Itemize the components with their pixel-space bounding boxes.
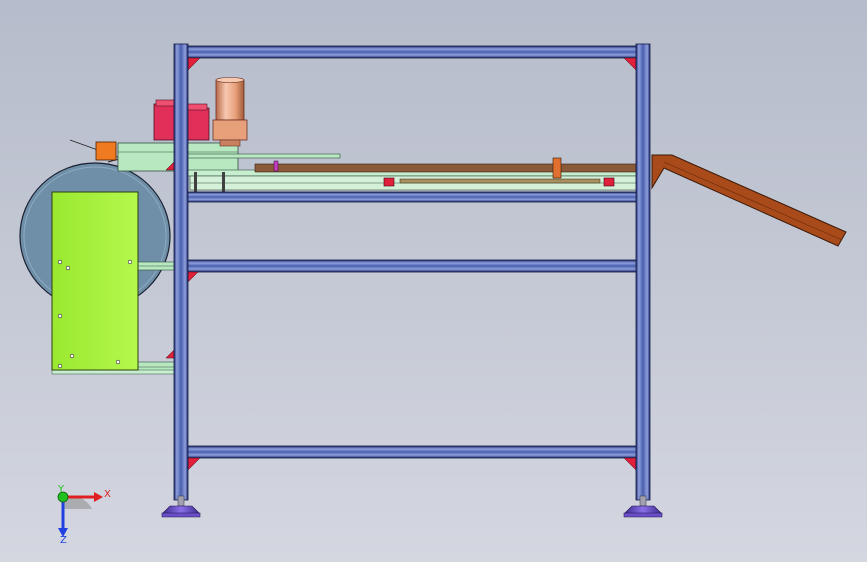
motor-right <box>184 107 210 141</box>
sensor-block <box>95 141 117 161</box>
conveyor-table <box>179 153 641 198</box>
coordinate-triad: X Y Z <box>57 484 111 546</box>
cad-viewport[interactable]: X Y Z <box>0 0 867 562</box>
axis-z-label: Z <box>60 535 67 546</box>
machine-front-view: X Y Z <box>19 43 847 546</box>
beam-upper-mid <box>185 191 639 203</box>
beam-top <box>185 45 639 59</box>
axis-x-label: X <box>104 489 111 500</box>
panel-bolt <box>115 359 121 365</box>
panel-bolt <box>57 313 63 319</box>
panel-bolt <box>65 265 71 271</box>
copper-cylinder <box>212 77 248 147</box>
panel-bolt <box>57 363 63 369</box>
green-side-panel <box>51 191 139 371</box>
frame-beams <box>185 45 639 459</box>
beam-bottom <box>185 445 639 459</box>
panel-bolt <box>127 259 133 265</box>
post-right <box>635 43 651 501</box>
axis-y-label: Y <box>57 484 65 495</box>
panel-bolt <box>69 353 75 359</box>
output-chute <box>651 154 847 247</box>
panel-bolt <box>57 259 63 265</box>
post-left <box>173 43 189 501</box>
leveling-feet <box>161 495 663 518</box>
beam-mid <box>185 259 639 273</box>
